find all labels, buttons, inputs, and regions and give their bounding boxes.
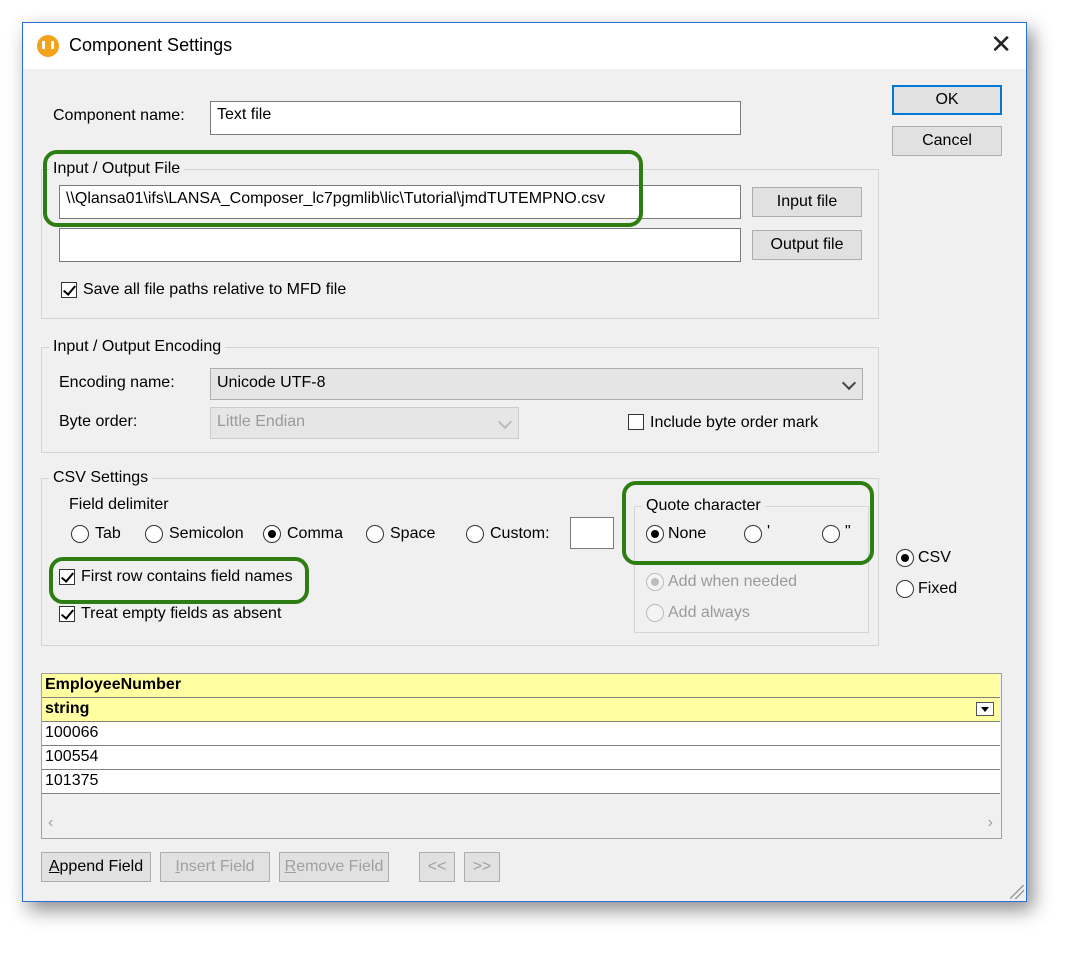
remove-field-accel: R: [284, 858, 297, 875]
append-field-label: ppend Field: [59, 858, 144, 875]
ok-button[interactable]: OK: [892, 85, 1002, 115]
mapforce-app-icon: [37, 35, 59, 57]
format-fixed-label: Fixed: [918, 580, 958, 597]
grid-header-row[interactable]: EmployeeNumber: [42, 674, 1000, 698]
output-file-button[interactable]: Output file: [752, 230, 862, 260]
delimiter-custom-label: Custom:: [490, 525, 550, 542]
insert-field-label: nsert Field: [179, 858, 255, 875]
title-bar: Component Settings ✕: [23, 23, 1026, 69]
delimiter-space-radio[interactable]: [366, 525, 384, 543]
type-dropdown-icon[interactable]: [976, 702, 994, 716]
table-row[interactable]: 100066: [42, 722, 1000, 746]
quote-character-title: Quote character: [642, 497, 765, 515]
add-always-radio[interactable]: [646, 604, 664, 622]
delimiter-comma-label: Comma: [287, 525, 344, 542]
close-icon[interactable]: ✕: [990, 31, 1012, 57]
input-file-button[interactable]: Input file: [752, 187, 862, 217]
table-cell: 100554: [45, 748, 99, 765]
treat-empty-absent-label: Treat empty fields as absent: [81, 605, 282, 622]
table-cell: 101375: [45, 772, 99, 789]
append-field-button[interactable]: Append Field: [41, 852, 151, 882]
chevron-down-icon: [841, 375, 857, 391]
move-right-button[interactable]: >>: [464, 852, 500, 882]
bom-checkbox[interactable]: [628, 414, 644, 430]
csv-settings-group-title: CSV Settings: [49, 469, 153, 487]
delimiter-comma-radio[interactable]: [263, 525, 281, 543]
field-name-cell: EmployeeNumber: [45, 676, 182, 693]
delimiter-tab-label: Tab: [95, 525, 121, 542]
format-fixed-radio[interactable]: [896, 580, 914, 598]
table-row[interactable]: 100554: [42, 746, 1000, 770]
cancel-button[interactable]: Cancel: [892, 126, 1002, 156]
add-always-label: Add always: [668, 604, 750, 621]
format-csv-label: CSV: [918, 549, 951, 566]
quote-single-label: ': [767, 523, 771, 540]
grid-type-row[interactable]: string: [42, 698, 1000, 722]
append-field-accel: A: [48, 858, 60, 875]
field-grid: EmployeeNumber string 100066 100554 1013…: [41, 673, 1002, 839]
first-row-field-names-checkbox[interactable]: [59, 569, 75, 585]
treat-empty-absent-checkbox[interactable]: [59, 606, 75, 622]
quote-none-radio[interactable]: [646, 525, 664, 543]
encoding-group-title: Input / Output Encoding: [49, 338, 226, 356]
add-when-needed-radio[interactable]: [646, 573, 664, 591]
encoding-name-select[interactable]: Unicode UTF-8: [210, 368, 863, 400]
resize-grip-icon[interactable]: [1010, 885, 1024, 899]
table-row[interactable]: 101375: [42, 770, 1000, 794]
insert-field-button[interactable]: Insert Field: [160, 852, 270, 882]
field-type-cell: string: [45, 700, 90, 717]
remove-field-label: emove Field: [296, 858, 384, 875]
quote-double-radio[interactable]: [822, 525, 840, 543]
delimiter-space-label: Space: [390, 525, 436, 542]
quote-none-label: None: [668, 525, 707, 542]
byte-order-label: Byte order:: [59, 413, 138, 430]
format-csv-radio[interactable]: [896, 549, 914, 567]
delimiter-semicolon-radio[interactable]: [145, 525, 163, 543]
field-delimiter-title: Field delimiter: [65, 496, 173, 514]
quote-double-label: ": [845, 523, 851, 540]
io-file-group-title: Input / Output File: [49, 160, 185, 178]
delimiter-tab-radio[interactable]: [71, 525, 89, 543]
remove-field-button[interactable]: Remove Field: [279, 852, 389, 882]
add-when-needed-label: Add when needed: [668, 573, 797, 590]
component-settings-dialog: Component Settings ✕ Component name: Tex…: [22, 22, 1027, 902]
byte-order-select[interactable]: Little Endian: [210, 407, 519, 439]
bom-label: Include byte order mark: [650, 414, 819, 431]
input-file-path-input[interactable]: \\Qlansa01\ifs\LANSA_Composer_lc7pgmlib\…: [59, 185, 741, 219]
component-name-input[interactable]: Text file: [210, 101, 741, 135]
output-file-path-input[interactable]: [59, 228, 741, 262]
save-relative-checkbox[interactable]: [61, 282, 77, 298]
table-cell: 100066: [45, 724, 99, 741]
encoding-name-label: Encoding name:: [59, 374, 175, 391]
chevron-down-icon: [497, 414, 513, 430]
scroll-left-icon[interactable]: ‹: [48, 814, 53, 832]
byte-order-value: Little Endian: [217, 413, 306, 430]
encoding-name-value: Unicode UTF-8: [217, 374, 326, 391]
scroll-right-icon[interactable]: ›: [988, 814, 993, 832]
move-left-button[interactable]: <<: [419, 852, 455, 882]
delimiter-semicolon-label: Semicolon: [169, 525, 244, 542]
first-row-field-names-label: First row contains field names: [81, 568, 293, 585]
window-title: Component Settings: [69, 35, 233, 55]
save-relative-label: Save all file paths relative to MFD file: [83, 281, 347, 298]
delimiter-custom-radio[interactable]: [466, 525, 484, 543]
component-name-label: Component name:: [53, 107, 185, 124]
quote-single-radio[interactable]: [744, 525, 762, 543]
custom-delimiter-input[interactable]: [570, 517, 614, 549]
